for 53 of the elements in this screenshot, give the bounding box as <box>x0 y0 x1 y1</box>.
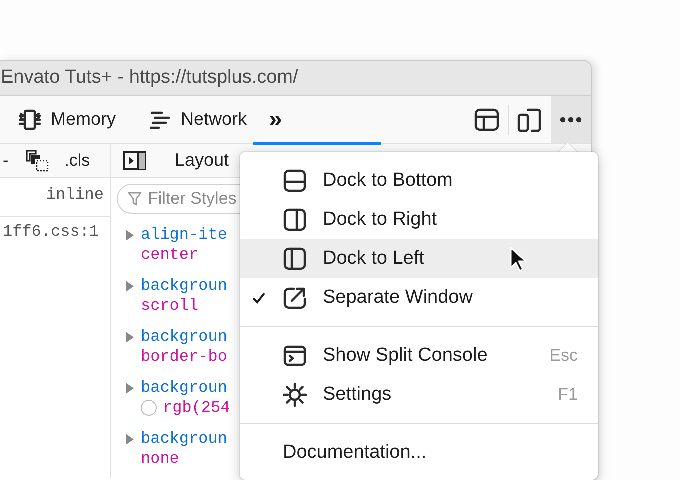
sidebar-tab[interactable]: Layout <box>169 146 236 175</box>
expand-triangle-icon[interactable] <box>125 230 134 241</box>
device-icon <box>517 106 543 132</box>
menu-label: Settings <box>323 384 392 406</box>
menu-label: Show Split Console <box>323 344 488 366</box>
expand-triangle-icon[interactable] <box>125 281 134 292</box>
stylesheet-link[interactable]: 1ff6.css:1 <box>3 223 100 241</box>
expand-triangle-icon[interactable] <box>125 332 134 343</box>
more-options-button[interactable] <box>551 96 591 143</box>
property-name: align-ite <box>141 225 228 245</box>
menu-item[interactable]: Documentation... <box>240 433 598 472</box>
console-icon <box>283 344 307 368</box>
property-name: backgroun <box>141 327 228 347</box>
dock-left-icon <box>283 246 307 270</box>
tool-tab[interactable]: Network <box>142 96 256 143</box>
shortcut-label: F1 <box>558 384 578 404</box>
tool-tab[interactable]: Memory <box>10 96 124 143</box>
display-value: inline <box>46 186 104 206</box>
menu-item[interactable]: Settings F1 <box>240 375 598 414</box>
expand-triangle-icon[interactable] <box>125 434 134 445</box>
property-name: backgroun <box>141 378 228 398</box>
filter-icon <box>128 191 142 207</box>
menu-label: Dock to Left <box>323 248 424 270</box>
element-picker-icon[interactable] <box>24 148 51 172</box>
property-name: backgroun <box>141 276 228 296</box>
window-title: Envato Tuts+ - https://tutsplus.com/ <box>1 67 298 89</box>
panel-toggle-icon[interactable] <box>123 150 147 170</box>
property-value: scroll <box>141 296 199 316</box>
toolbar-text: - <box>3 150 9 170</box>
property-value: none <box>141 449 180 469</box>
menu-item[interactable]: Dock to Left <box>240 239 598 278</box>
cursor-icon <box>510 247 528 273</box>
layout-icon <box>474 108 500 132</box>
color-swatch[interactable] <box>141 400 157 416</box>
menu-label: Separate Window <box>323 286 473 308</box>
external-window-icon <box>283 286 307 310</box>
menu-item[interactable]: Separate Window <box>240 278 598 317</box>
menu-item[interactable]: Show Split Console Esc <box>240 336 598 375</box>
memory-icon <box>18 108 42 132</box>
dock-bottom-icon <box>283 168 307 192</box>
shortcut-label: Esc <box>550 346 578 366</box>
property-value: center <box>141 245 199 265</box>
cls-button[interactable]: .cls <box>64 150 90 170</box>
ellipsis-icon <box>560 116 582 122</box>
network-icon <box>150 110 172 130</box>
property-name: backgroun <box>141 429 228 449</box>
more-tools-button[interactable]: » <box>265 106 286 134</box>
property-value: border-bo <box>141 347 228 367</box>
menu-label: Documentation... <box>283 442 427 464</box>
dock-right-icon <box>283 208 307 232</box>
property-value: rgb(254 <box>163 398 230 418</box>
settings-icon <box>283 382 307 406</box>
expand-triangle-icon[interactable] <box>125 383 134 394</box>
